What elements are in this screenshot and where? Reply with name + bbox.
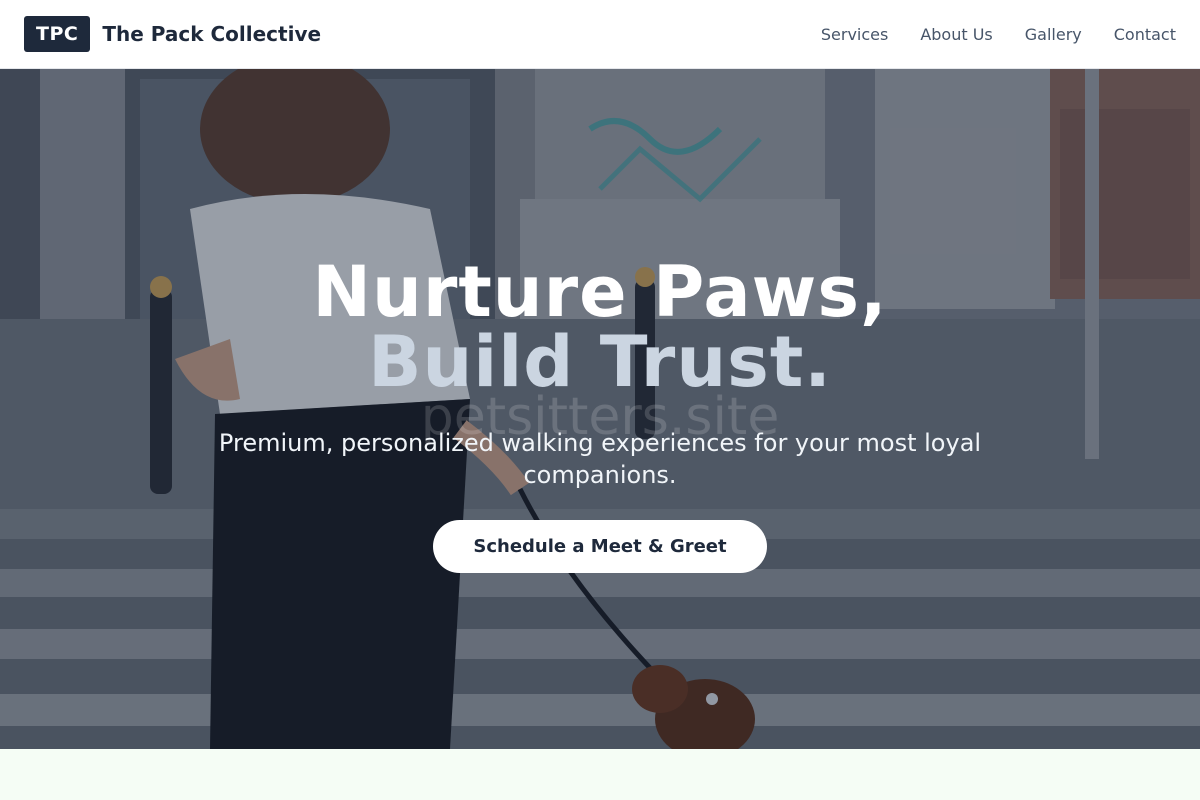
nav-link-services[interactable]: Services [821,25,888,44]
main-nav: Services About Us Gallery Contact [821,25,1176,44]
brand-name: The Pack Collective [102,22,322,46]
hero-title-line2: Build Trust. [368,321,832,403]
nav-link-gallery[interactable]: Gallery [1025,25,1082,44]
hero-section: petsitters.site Nurture Paws, Build Trus… [0,69,1200,749]
site-header: TPC The Pack Collective Services About U… [0,0,1200,69]
nav-link-contact[interactable]: Contact [1114,25,1176,44]
logo-badge: TPC [24,16,91,52]
next-section [0,749,1200,800]
nav-link-about-us[interactable]: About Us [920,25,992,44]
schedule-meet-greet-button[interactable]: Schedule a Meet & Greet [433,520,767,573]
hero-title: Nurture Paws, Build Trust. [312,257,887,397]
hero-subtitle: Premium, personalized walking experience… [218,429,982,489]
hero-content: Nurture Paws, Build Trust. Premium, pers… [0,69,1200,749]
hero-title-line1: Nurture Paws, [312,251,888,333]
brand-link[interactable]: TPC The Pack Collective [24,16,321,52]
